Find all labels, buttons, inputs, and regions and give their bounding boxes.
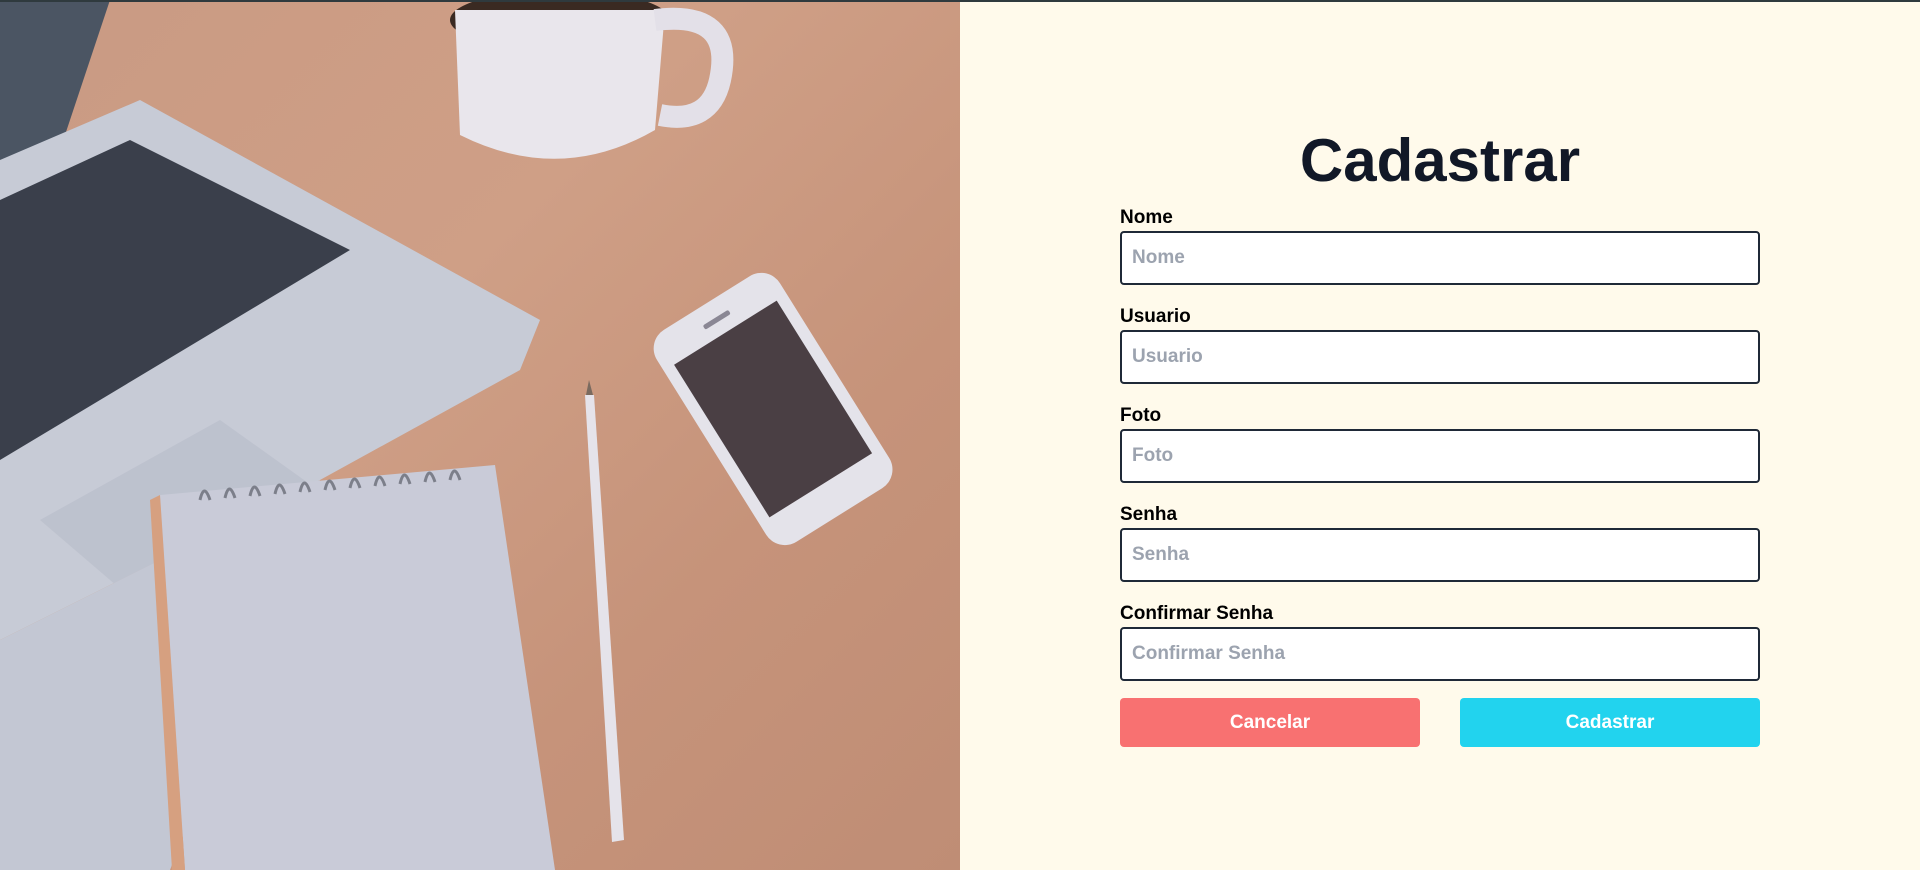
field-foto: Foto	[1120, 405, 1760, 483]
foto-label: Foto	[1120, 405, 1162, 426]
mug-image	[450, 0, 734, 159]
top-border	[0, 0, 1920, 2]
register-panel: Cadastrar Nome Usuario Foto Senha Confir…	[960, 0, 1920, 870]
desk-illustration	[0, 0, 893, 870]
field-usuario: Usuario	[1120, 306, 1760, 384]
field-senha: Senha	[1120, 504, 1760, 582]
register-button[interactable]: Cadastrar	[1460, 698, 1760, 747]
pencil-image	[585, 380, 624, 842]
field-confirmar-senha: Confirmar Senha	[1120, 603, 1760, 681]
page-title: Cadastrar	[1299, 127, 1581, 194]
hero-image	[0, 0, 960, 870]
confirmar-senha-input[interactable]	[1120, 627, 1760, 681]
senha-input[interactable]	[1120, 528, 1760, 582]
nome-label: Nome	[1120, 207, 1173, 228]
cancel-button[interactable]: Cancelar	[1120, 698, 1420, 747]
usuario-input[interactable]	[1120, 330, 1760, 384]
senha-label: Senha	[1120, 504, 1178, 525]
field-nome: Nome	[1120, 207, 1760, 285]
phone-image	[653, 272, 893, 546]
notebook-image	[150, 465, 555, 870]
usuario-label: Usuario	[1120, 306, 1191, 327]
foto-input[interactable]	[1120, 429, 1760, 483]
confirmar-senha-label: Confirmar Senha	[1120, 603, 1274, 624]
nome-input[interactable]	[1120, 231, 1760, 285]
